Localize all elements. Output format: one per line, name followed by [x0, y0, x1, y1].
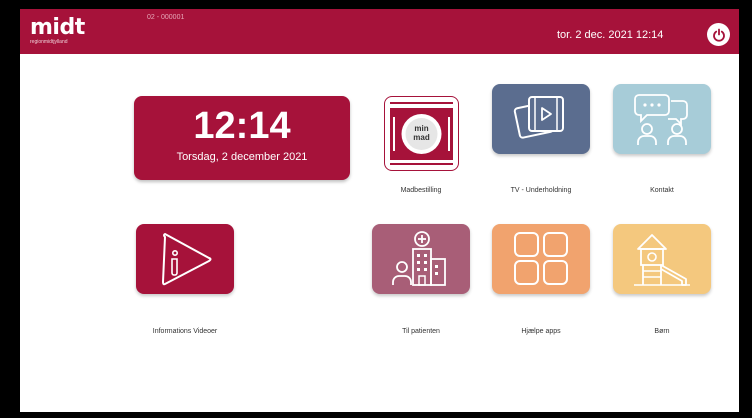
tile-kontakt[interactable]	[613, 84, 711, 154]
tile-label-kontakt: Kontakt	[650, 187, 674, 194]
logo-subtext: regionmidtjylland	[30, 39, 68, 45]
tile-madbestilling[interactable]: min mad	[384, 96, 459, 171]
tile-label-til-patienten: Til patienten	[402, 328, 440, 335]
min-mad-text-1: min	[414, 124, 429, 133]
video-play-icon	[513, 96, 564, 139]
hospital-icon	[392, 231, 446, 286]
header-datetime: tor. 2 dec. 2021 12:14	[557, 29, 664, 41]
tile-boern[interactable]	[613, 224, 711, 294]
power-icon	[712, 28, 725, 42]
clock-date: Torsdag, 2 december 2021	[176, 151, 308, 163]
chat-people-icon	[634, 94, 688, 145]
info-play-icon	[162, 233, 212, 286]
region-logo: midt regionmidtjylland	[30, 17, 85, 46]
tile-hjaelpe-apps[interactable]	[492, 224, 590, 294]
clock-widget: 12:14 Torsdag, 2 december 2021	[134, 96, 350, 180]
tile-label-boern: Børn	[654, 328, 670, 335]
tile-til-patienten[interactable]	[372, 224, 470, 294]
tile-label-tv: TV - Underholdning	[510, 187, 572, 194]
power-button[interactable]	[707, 23, 730, 46]
device-id: 02 - 000001	[147, 14, 185, 21]
top-bar: midt regionmidtjylland 02 - 000001 tor. …	[20, 9, 739, 54]
min-mad-text-2: mad	[413, 133, 430, 142]
playground-icon	[634, 234, 690, 286]
apps-grid-icon	[514, 232, 568, 285]
tile-tv-underholdning[interactable]	[492, 84, 590, 154]
tile-label-hjaelpe-apps: Hjælpe apps	[521, 328, 561, 335]
tile-informations-videoer[interactable]	[136, 224, 234, 294]
tablet-screen: midt regionmidtjylland 02 - 000001 tor. …	[20, 9, 739, 412]
tile-label-informations-videoer: Informations Videoer	[152, 328, 218, 335]
tile-label-madbestilling: Madbestilling	[400, 187, 442, 194]
logo-text: midt	[30, 15, 85, 40]
clock-time: 12:14	[193, 105, 291, 147]
